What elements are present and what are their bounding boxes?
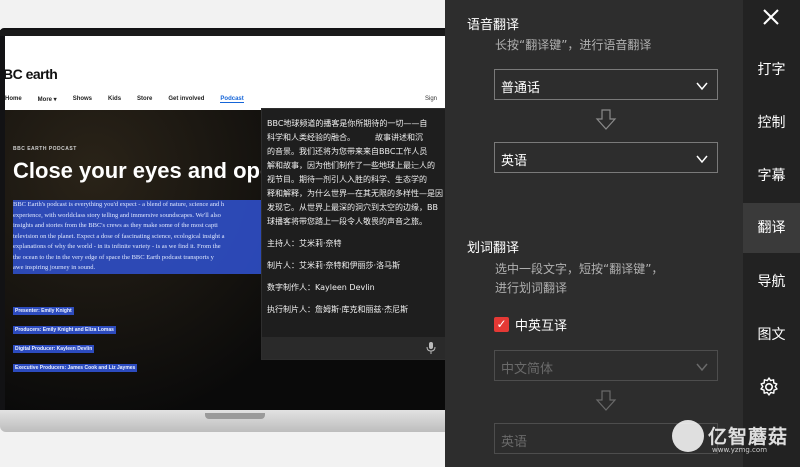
credit-presenter: Presenter: Emily Knight xyxy=(13,307,74,315)
selected-paragraph: BBC Earth's podcast is everything you'd … xyxy=(13,200,275,274)
nav-more[interactable]: More ▾ xyxy=(38,96,57,103)
nav-home[interactable]: Home xyxy=(5,96,22,103)
translation-credit: 主持人：艾米莉·奈特 xyxy=(267,239,342,248)
site-logo[interactable]: BC earth xyxy=(5,66,58,82)
voice-translation-title: 语音翻译 xyxy=(467,18,520,33)
translation-credit: 数字制作人：Kayleen Devlin xyxy=(267,283,375,292)
word-translation-desc: 选中一段文字，短按“翻译键”， 进行划词翻译 xyxy=(495,260,725,298)
voice-source-language-value: 普通话 xyxy=(501,81,541,96)
chevron-down-icon xyxy=(695,151,709,165)
translation-line: 释和解释，为什么世界—在其无限的多样性—是因 xyxy=(267,189,443,198)
tab-control[interactable]: 控制 xyxy=(743,98,800,148)
word-translation-desc-line: 进行划词翻译 xyxy=(495,281,568,295)
word-source-language-value: 中文简体 xyxy=(501,362,554,377)
paragraph-line: television on the planet. Expect a dose … xyxy=(13,232,225,240)
voice-source-language-select[interactable]: 普通话 xyxy=(494,69,718,100)
cn-en-mutual-label[interactable]: 中英互译 xyxy=(515,315,567,334)
translation-line: 解和故事，因为他们制作了一些地球上最辷人的 xyxy=(267,161,435,170)
nav-kids[interactable]: Kids xyxy=(108,96,121,103)
translation-credit: 执行制片人：詹姆斯·库克和丽兹·杰尼斯 xyxy=(267,305,409,314)
nav-store[interactable]: Store xyxy=(137,96,152,103)
chevron-down-icon xyxy=(695,78,709,92)
translation-popup: BBC地球频道的播客是你所期待的一切——自 科学和人类经验的融合。 故事讲述和沉… xyxy=(261,108,448,360)
paragraph-line: experience, with worldclass story tellin… xyxy=(13,211,221,219)
nav-get-involved[interactable]: Get involved xyxy=(168,96,204,103)
watermark-name: 亿智蘑菇 xyxy=(708,426,789,448)
credit-producers: Producers: Emily Knight and Eliza Lomas xyxy=(13,326,116,334)
credit-digital-producer: Digital Producer: Kayleen Devlin xyxy=(13,345,95,353)
checkmark-icon[interactable]: ✓ xyxy=(494,317,509,332)
podcast-tag: BBC EARTH PODCAST xyxy=(13,146,77,152)
nav-podcast[interactable]: Podcast xyxy=(220,96,244,103)
watermark-url: www.yzmg.com xyxy=(712,446,768,454)
sign-in-link[interactable]: Sign xyxy=(425,96,437,102)
word-target-language-value: 英语 xyxy=(501,435,528,450)
paragraph-line: insights and stories from the BBC's crew… xyxy=(13,222,218,229)
close-icon[interactable] xyxy=(760,6,782,28)
translation-line: 发现它。从世界上最深的洞穴到太空的边缘，BB xyxy=(267,203,438,212)
paragraph-line: awe inspiring journey in sound. xyxy=(13,264,96,271)
translation-line: 视节目。期待一剂引人入胜的科学、生态学的 xyxy=(267,175,427,184)
watermark: 亿智蘑菇 www.yzmg.com xyxy=(672,420,800,467)
side-nav: 打字 控制 字幕 翻译 导航 图文 xyxy=(743,0,800,467)
tab-translate[interactable]: 翻译 xyxy=(743,203,800,253)
translation-text: BBC地球频道的播客是你所期待的一切——自 科学和人类经验的融合。 故事讲述和沉… xyxy=(267,117,445,317)
cn-en-mutual-checkbox[interactable]: ✓ 中英互译 xyxy=(494,315,567,334)
gear-icon[interactable] xyxy=(758,376,780,398)
chevron-down-icon xyxy=(695,359,709,373)
voice-translation-desc: 长按“翻译键”，进行语音翻译 xyxy=(495,38,652,52)
word-source-language-select[interactable]: 中文简体 xyxy=(494,350,718,381)
paragraph-line: BBC Earth's podcast is everything you'd … xyxy=(13,201,225,208)
microphone-icon[interactable] xyxy=(425,341,437,355)
site-header: BC earth Home More ▾ Shows Kids Store Ge… xyxy=(5,36,445,110)
paragraph-line: explanations of why the world - in its i… xyxy=(13,243,221,250)
tab-subtitles[interactable]: 字幕 xyxy=(743,151,800,201)
translation-line: BBC地球频道的播客是你所期待的一切——自 xyxy=(267,119,428,128)
word-translation-title: 划词翻译 xyxy=(467,241,520,256)
credit-executive-producers: Executive Producers: James Cook and Liz … xyxy=(13,364,138,372)
translation-popup-footer xyxy=(262,337,447,359)
site-nav-links: Home More ▾ Shows Kids Store Get involve… xyxy=(5,96,244,103)
arrow-down-icon xyxy=(595,389,617,413)
voice-target-language-value: 英语 xyxy=(501,154,528,169)
translation-settings-panel: 语音翻译 长按“翻译键”，进行语音翻译 普通话 英语 划词翻译 选中一段文字，短… xyxy=(445,0,743,467)
nav-shows[interactable]: Shows xyxy=(73,96,92,103)
tab-navigation[interactable]: 导航 xyxy=(743,257,800,307)
translation-credit: 制片人：艾米莉·奈特和伊丽莎·洛马斯 xyxy=(267,261,401,270)
tab-image-text[interactable]: 图文 xyxy=(743,310,800,360)
word-translation-desc-line: 选中一段文字，短按“翻译键”， xyxy=(495,262,664,276)
translation-line: 科学和人类经验的融合。 故事讲述和沉 xyxy=(267,133,423,142)
voice-target-language-select[interactable]: 英语 xyxy=(494,142,718,173)
laptop-notch xyxy=(205,413,265,419)
mushroom-logo-icon xyxy=(672,420,704,452)
paragraph-line: the ocean to the in the very edge of spa… xyxy=(13,253,214,261)
arrow-down-icon xyxy=(595,108,617,132)
translation-line: 的音景。我们还将为您带来来自BBC工作人员 xyxy=(267,147,428,156)
translation-line: 球播客将带您踏上一段令人敬畏的声音之旅。 xyxy=(267,217,427,226)
tab-typing[interactable]: 打字 xyxy=(743,45,800,95)
